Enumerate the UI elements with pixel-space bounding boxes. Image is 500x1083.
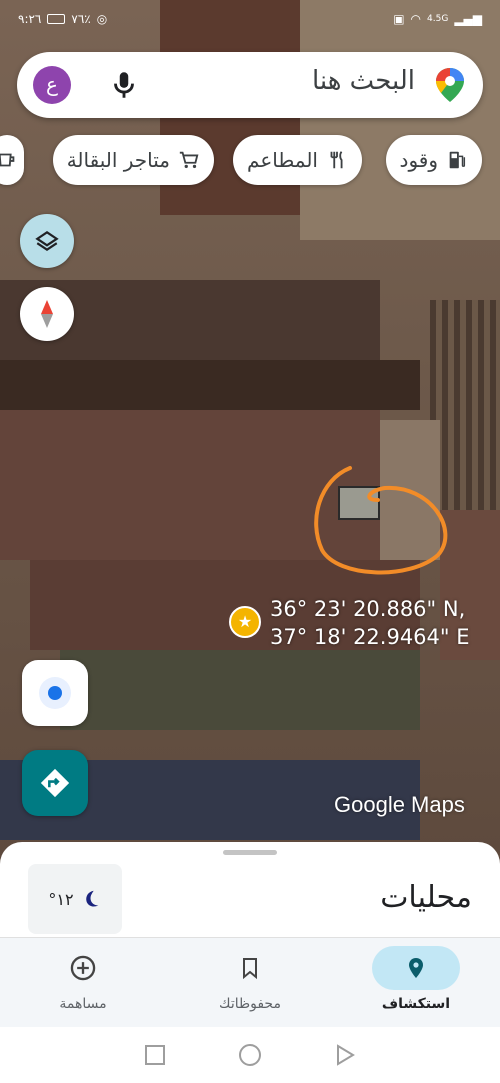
status-bar: ٩:٢٦ ٧٦٪ ◎ ▣ ◠ 4.5G ▂▄▆ xyxy=(0,0,500,38)
battery-icon xyxy=(47,14,66,24)
satellite-map[interactable] xyxy=(0,0,500,860)
my-location-icon xyxy=(39,677,71,709)
google-maps-pin-icon xyxy=(436,68,464,102)
back-icon[interactable] xyxy=(334,1044,356,1066)
layers-icon xyxy=(35,231,59,251)
bottom-navigation: استكشاف محفوظاتك مساهمة xyxy=(0,937,500,1027)
layers-button[interactable] xyxy=(20,214,74,268)
chip-restaurants[interactable]: المطاعم xyxy=(233,135,362,185)
notification-icon: ▣ xyxy=(393,12,405,26)
directions-icon xyxy=(40,768,70,798)
system-navigation-bar xyxy=(0,1027,500,1083)
recents-icon[interactable] xyxy=(144,1044,166,1066)
battery-level: ٧٦٪ xyxy=(71,12,91,26)
coordinates-label[interactable]: 36° 23' 20.886" N, 37° 18' 22.9464" E xyxy=(270,595,470,651)
nav-label: استكشاف xyxy=(381,996,451,1012)
nav-label: مساهمة xyxy=(59,996,107,1012)
sheet-drag-handle[interactable] xyxy=(223,850,277,855)
compass-icon xyxy=(41,300,53,328)
dropped-pin-star-icon[interactable]: ★ xyxy=(229,606,261,638)
chip-label: وقود xyxy=(399,148,438,172)
bottom-sheet[interactable]: محليات °١٢ xyxy=(0,842,500,942)
status-time: ٩:٢٦ xyxy=(18,12,42,26)
home-icon[interactable] xyxy=(238,1043,262,1067)
restaurant-icon xyxy=(330,151,343,169)
coffee-icon xyxy=(0,153,15,167)
search-input[interactable]: البحث هنا xyxy=(312,66,415,96)
chip-fuel[interactable]: وقود xyxy=(385,135,482,185)
longitude-text: 37° 18' 22.9464" E xyxy=(270,625,470,649)
nav-saved[interactable]: محفوظاتك xyxy=(190,946,310,1022)
avatar[interactable]: ع xyxy=(33,66,71,104)
nav-explore-highlight xyxy=(372,946,460,990)
location-status-icon: ◎ xyxy=(96,12,108,26)
mic-icon[interactable] xyxy=(107,68,141,102)
chip-label: متاجر البقالة xyxy=(66,148,170,172)
nav-explore[interactable]: استكشاف xyxy=(356,946,476,1022)
add-circle-icon xyxy=(70,955,96,981)
nav-contribute[interactable]: مساهمة xyxy=(23,946,143,1022)
directions-button[interactable] xyxy=(22,750,88,816)
weather-chip[interactable]: °١٢ xyxy=(28,864,122,934)
wifi-icon: ◠ xyxy=(410,12,422,26)
search-bar[interactable]: البحث هنا ع xyxy=(17,52,483,118)
annotation-circle xyxy=(314,466,448,575)
map-field xyxy=(0,360,420,410)
compass-button[interactable] xyxy=(20,287,74,341)
chip-label: المطاعم xyxy=(247,148,318,172)
moon-icon xyxy=(85,890,98,907)
latitude-text: 36° 23' 20.886" N, xyxy=(270,597,466,621)
explore-pin-icon xyxy=(409,958,423,978)
nav-label: محفوظاتك xyxy=(219,996,281,1012)
chip-coffee[interactable] xyxy=(0,135,24,185)
map-field xyxy=(60,650,420,730)
signal-icon: ▂▄▆ xyxy=(454,12,482,26)
cart-icon xyxy=(179,151,199,169)
temperature: °١٢ xyxy=(48,889,74,909)
chip-grocery[interactable]: متاجر البقالة xyxy=(52,135,214,185)
my-location-button[interactable] xyxy=(22,660,88,726)
sheet-title: محليات xyxy=(380,880,472,915)
gas-station-icon xyxy=(449,151,466,169)
network-type: 4.5G xyxy=(427,14,449,24)
bookmark-icon xyxy=(243,958,257,980)
google-maps-watermark: Google Maps xyxy=(334,792,465,817)
